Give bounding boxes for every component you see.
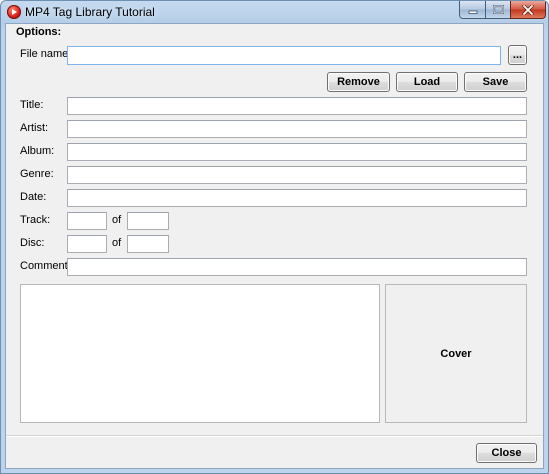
track-label: Track: [20,214,51,226]
maximize-icon [492,5,504,14]
cover-label: Cover [440,347,472,360]
save-button[interactable]: Save [464,72,527,92]
minimize-button[interactable] [459,1,486,19]
close-icon [522,4,534,15]
track-number-field[interactable] [67,212,107,230]
browse-button[interactable]: ... [508,45,527,65]
client-area: Options: File name: ... Remove Load Save… [5,23,544,469]
title-label: Title: [20,99,44,111]
file-name-label: File name: [20,48,72,60]
close-window-button[interactable] [510,1,546,19]
options-group-title: Options: [16,26,62,38]
close-button[interactable]: Close [476,443,537,463]
app-icon [7,5,21,19]
title-bar[interactable]: MP4 Tag Library Tutorial [1,1,548,23]
artist-field[interactable] [67,120,527,138]
disc-number-field[interactable] [67,235,107,253]
disc-of-label: of [112,237,122,249]
date-field[interactable] [67,189,527,207]
lyrics-text-area[interactable] [20,284,380,423]
load-button[interactable]: Load [396,72,458,92]
title-field[interactable] [67,97,527,115]
album-field[interactable] [67,143,527,161]
disc-label: Disc: [20,237,45,249]
disc-total-field[interactable] [127,235,169,253]
date-label: Date: [20,191,47,203]
genre-label: Genre: [20,168,54,180]
separator-line [6,435,543,437]
maximize-button[interactable] [485,1,511,19]
track-of-label: of [112,214,122,226]
cover-art-panel[interactable]: Cover [385,284,527,423]
comment-label: Comment: [20,260,71,272]
file-name-field[interactable] [67,46,501,65]
minimize-icon [468,10,477,14]
comment-field[interactable] [67,258,527,276]
artist-label: Artist: [20,122,49,134]
genre-field[interactable] [67,166,527,184]
album-label: Album: [20,145,55,157]
remove-button[interactable]: Remove [327,72,390,92]
track-total-field[interactable] [127,212,169,230]
app-window: MP4 Tag Library Tutorial Options: File n… [0,0,549,474]
window-title: MP4 Tag Library Tutorial [25,5,155,19]
